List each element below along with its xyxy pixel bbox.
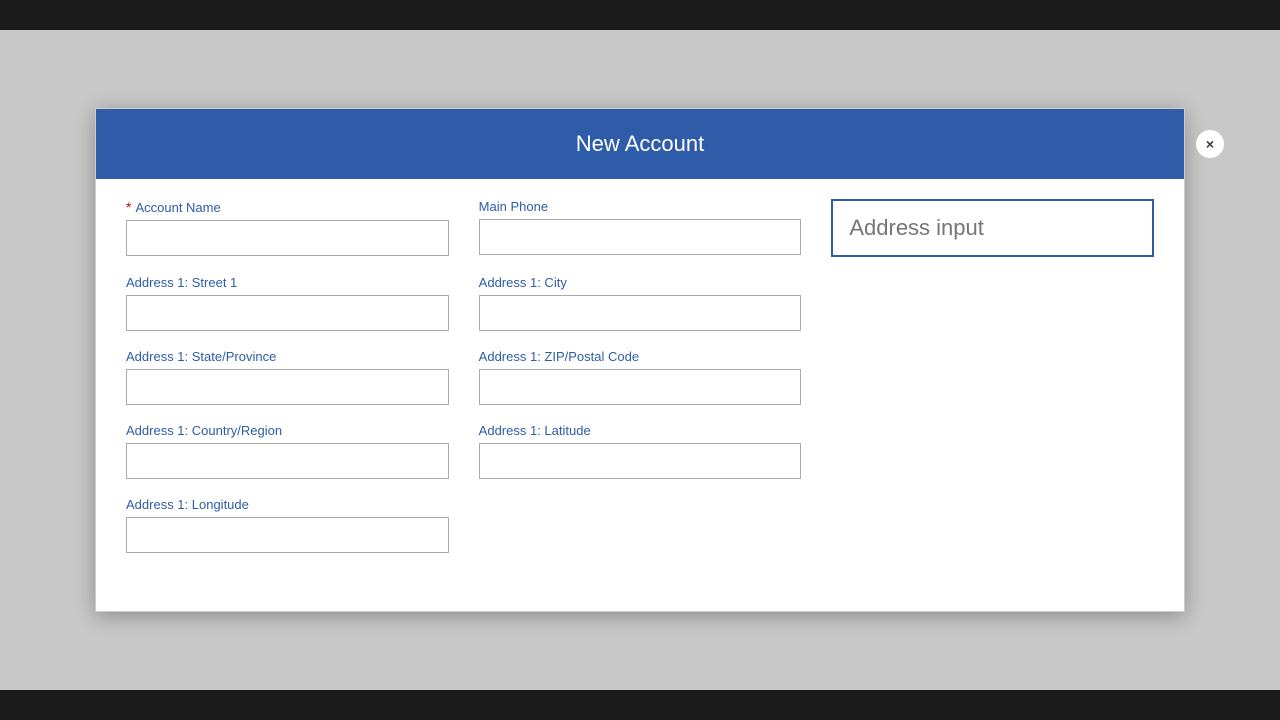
longitude-input[interactable] [126,517,449,553]
address-input-field[interactable] [831,199,1154,257]
modal-title: New Account [576,131,704,156]
bottom-bar [0,690,1280,720]
city-label: Address 1: City [479,275,802,290]
account-name-input[interactable] [126,220,449,256]
longitude-group: Address 1: Longitude [126,497,449,553]
close-button[interactable]: × [1196,130,1224,158]
address-input-group [831,199,1154,257]
latitude-label: Address 1: Latitude [479,423,802,438]
main-phone-input[interactable] [479,219,802,255]
latitude-group: Address 1: Latitude [479,423,802,479]
row-state-zip: Address 1: State/Province Address 1: ZIP… [126,349,1154,405]
row-account-main: * Account Name Main Phone [126,199,1154,257]
modal-body: * Account Name Main Phone Address 1: Str… [96,179,1184,611]
row-longitude: Address 1: Longitude [126,497,1154,553]
country-group: Address 1: Country/Region [126,423,449,479]
city-input[interactable] [479,295,802,331]
modal-header: New Account × [96,109,1184,179]
street1-label: Address 1: Street 1 [126,275,449,290]
required-star: * [126,199,131,215]
street1-input[interactable] [126,295,449,331]
zip-label: Address 1: ZIP/Postal Code [479,349,802,364]
longitude-label: Address 1: Longitude [126,497,449,512]
row-street-city: Address 1: Street 1 Address 1: City [126,275,1154,331]
main-phone-group: Main Phone [479,199,802,255]
latitude-input[interactable] [479,443,802,479]
account-name-label: Account Name [135,200,220,215]
zip-input[interactable] [479,369,802,405]
row-country-lat: Address 1: Country/Region Address 1: Lat… [126,423,1154,479]
account-name-group: * Account Name [126,199,449,256]
country-input[interactable] [126,443,449,479]
city-group: Address 1: City [479,275,802,331]
zip-group: Address 1: ZIP/Postal Code [479,349,802,405]
state-input[interactable] [126,369,449,405]
street1-group: Address 1: Street 1 [126,275,449,331]
new-account-modal: New Account × * Account Name Main Phone [95,108,1185,612]
main-phone-label: Main Phone [479,199,802,214]
country-label: Address 1: Country/Region [126,423,449,438]
state-label: Address 1: State/Province [126,349,449,364]
state-group: Address 1: State/Province [126,349,449,405]
top-bar [0,0,1280,30]
